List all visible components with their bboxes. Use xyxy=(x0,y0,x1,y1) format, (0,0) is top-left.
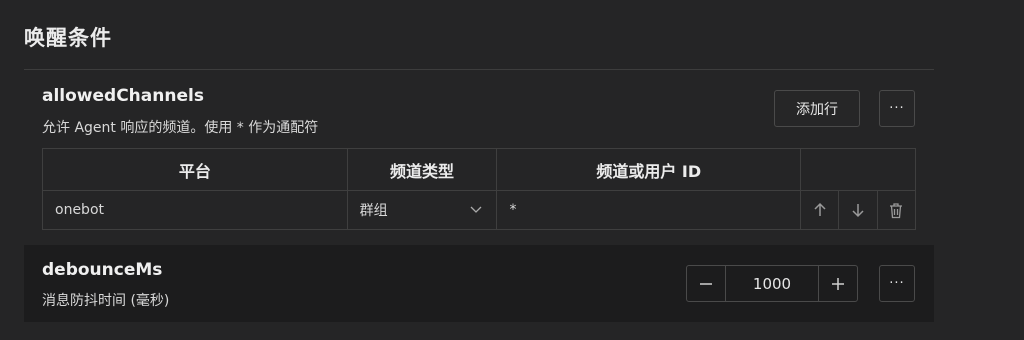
row-actions-cell xyxy=(800,190,916,230)
increment-button[interactable] xyxy=(819,266,857,301)
channel-id-value: * xyxy=(509,202,517,218)
column-header-channel-id: 频道或用户 ID xyxy=(496,148,802,191)
debounce-description: 消息防抖时间 (毫秒) xyxy=(42,293,170,309)
allowed-channels-table: 平台 频道类型 频道或用户 ID onebot 群组 * xyxy=(42,148,916,230)
allowed-channels-name: allowedChannels xyxy=(42,86,204,106)
arrow-up-icon xyxy=(814,202,826,216)
plus-icon xyxy=(832,277,844,290)
decrement-button[interactable] xyxy=(687,266,725,301)
trash-icon xyxy=(890,202,903,218)
debounce-name: debounceMs xyxy=(42,260,163,280)
debounce-value-input[interactable]: 1000 xyxy=(725,266,819,301)
column-header-platform: 平台 xyxy=(42,148,348,191)
debounce-more-button[interactable]: ··· xyxy=(879,265,915,302)
allowed-channels-description: 允许 Agent 响应的频道。使用 * 作为通配符 xyxy=(42,120,319,136)
section-divider xyxy=(24,69,934,70)
move-up-button[interactable] xyxy=(801,191,840,229)
table-row: onebot 群组 * xyxy=(42,190,916,230)
arrow-down-icon xyxy=(852,204,864,218)
channel-type-select[interactable]: 群组 xyxy=(346,190,498,230)
delete-row-button[interactable] xyxy=(878,191,915,229)
section-title: 唤醒条件 xyxy=(24,26,112,50)
platform-cell[interactable]: onebot xyxy=(42,190,348,230)
allowed-channels-more-button[interactable]: ··· xyxy=(879,90,915,127)
channel-type-value: 群组 xyxy=(359,203,388,219)
platform-value: onebot xyxy=(55,202,104,218)
minus-icon xyxy=(700,282,712,285)
table-header-row: 平台 频道类型 频道或用户 ID xyxy=(42,148,916,191)
column-header-channel-type: 频道类型 xyxy=(346,148,498,191)
channel-id-cell[interactable]: * xyxy=(496,190,802,230)
chevron-down-icon xyxy=(471,206,482,213)
add-row-button[interactable]: 添加行 xyxy=(774,90,860,127)
move-down-button[interactable] xyxy=(839,191,878,229)
debounce-stepper: 1000 xyxy=(686,265,858,302)
column-header-actions xyxy=(800,148,916,191)
